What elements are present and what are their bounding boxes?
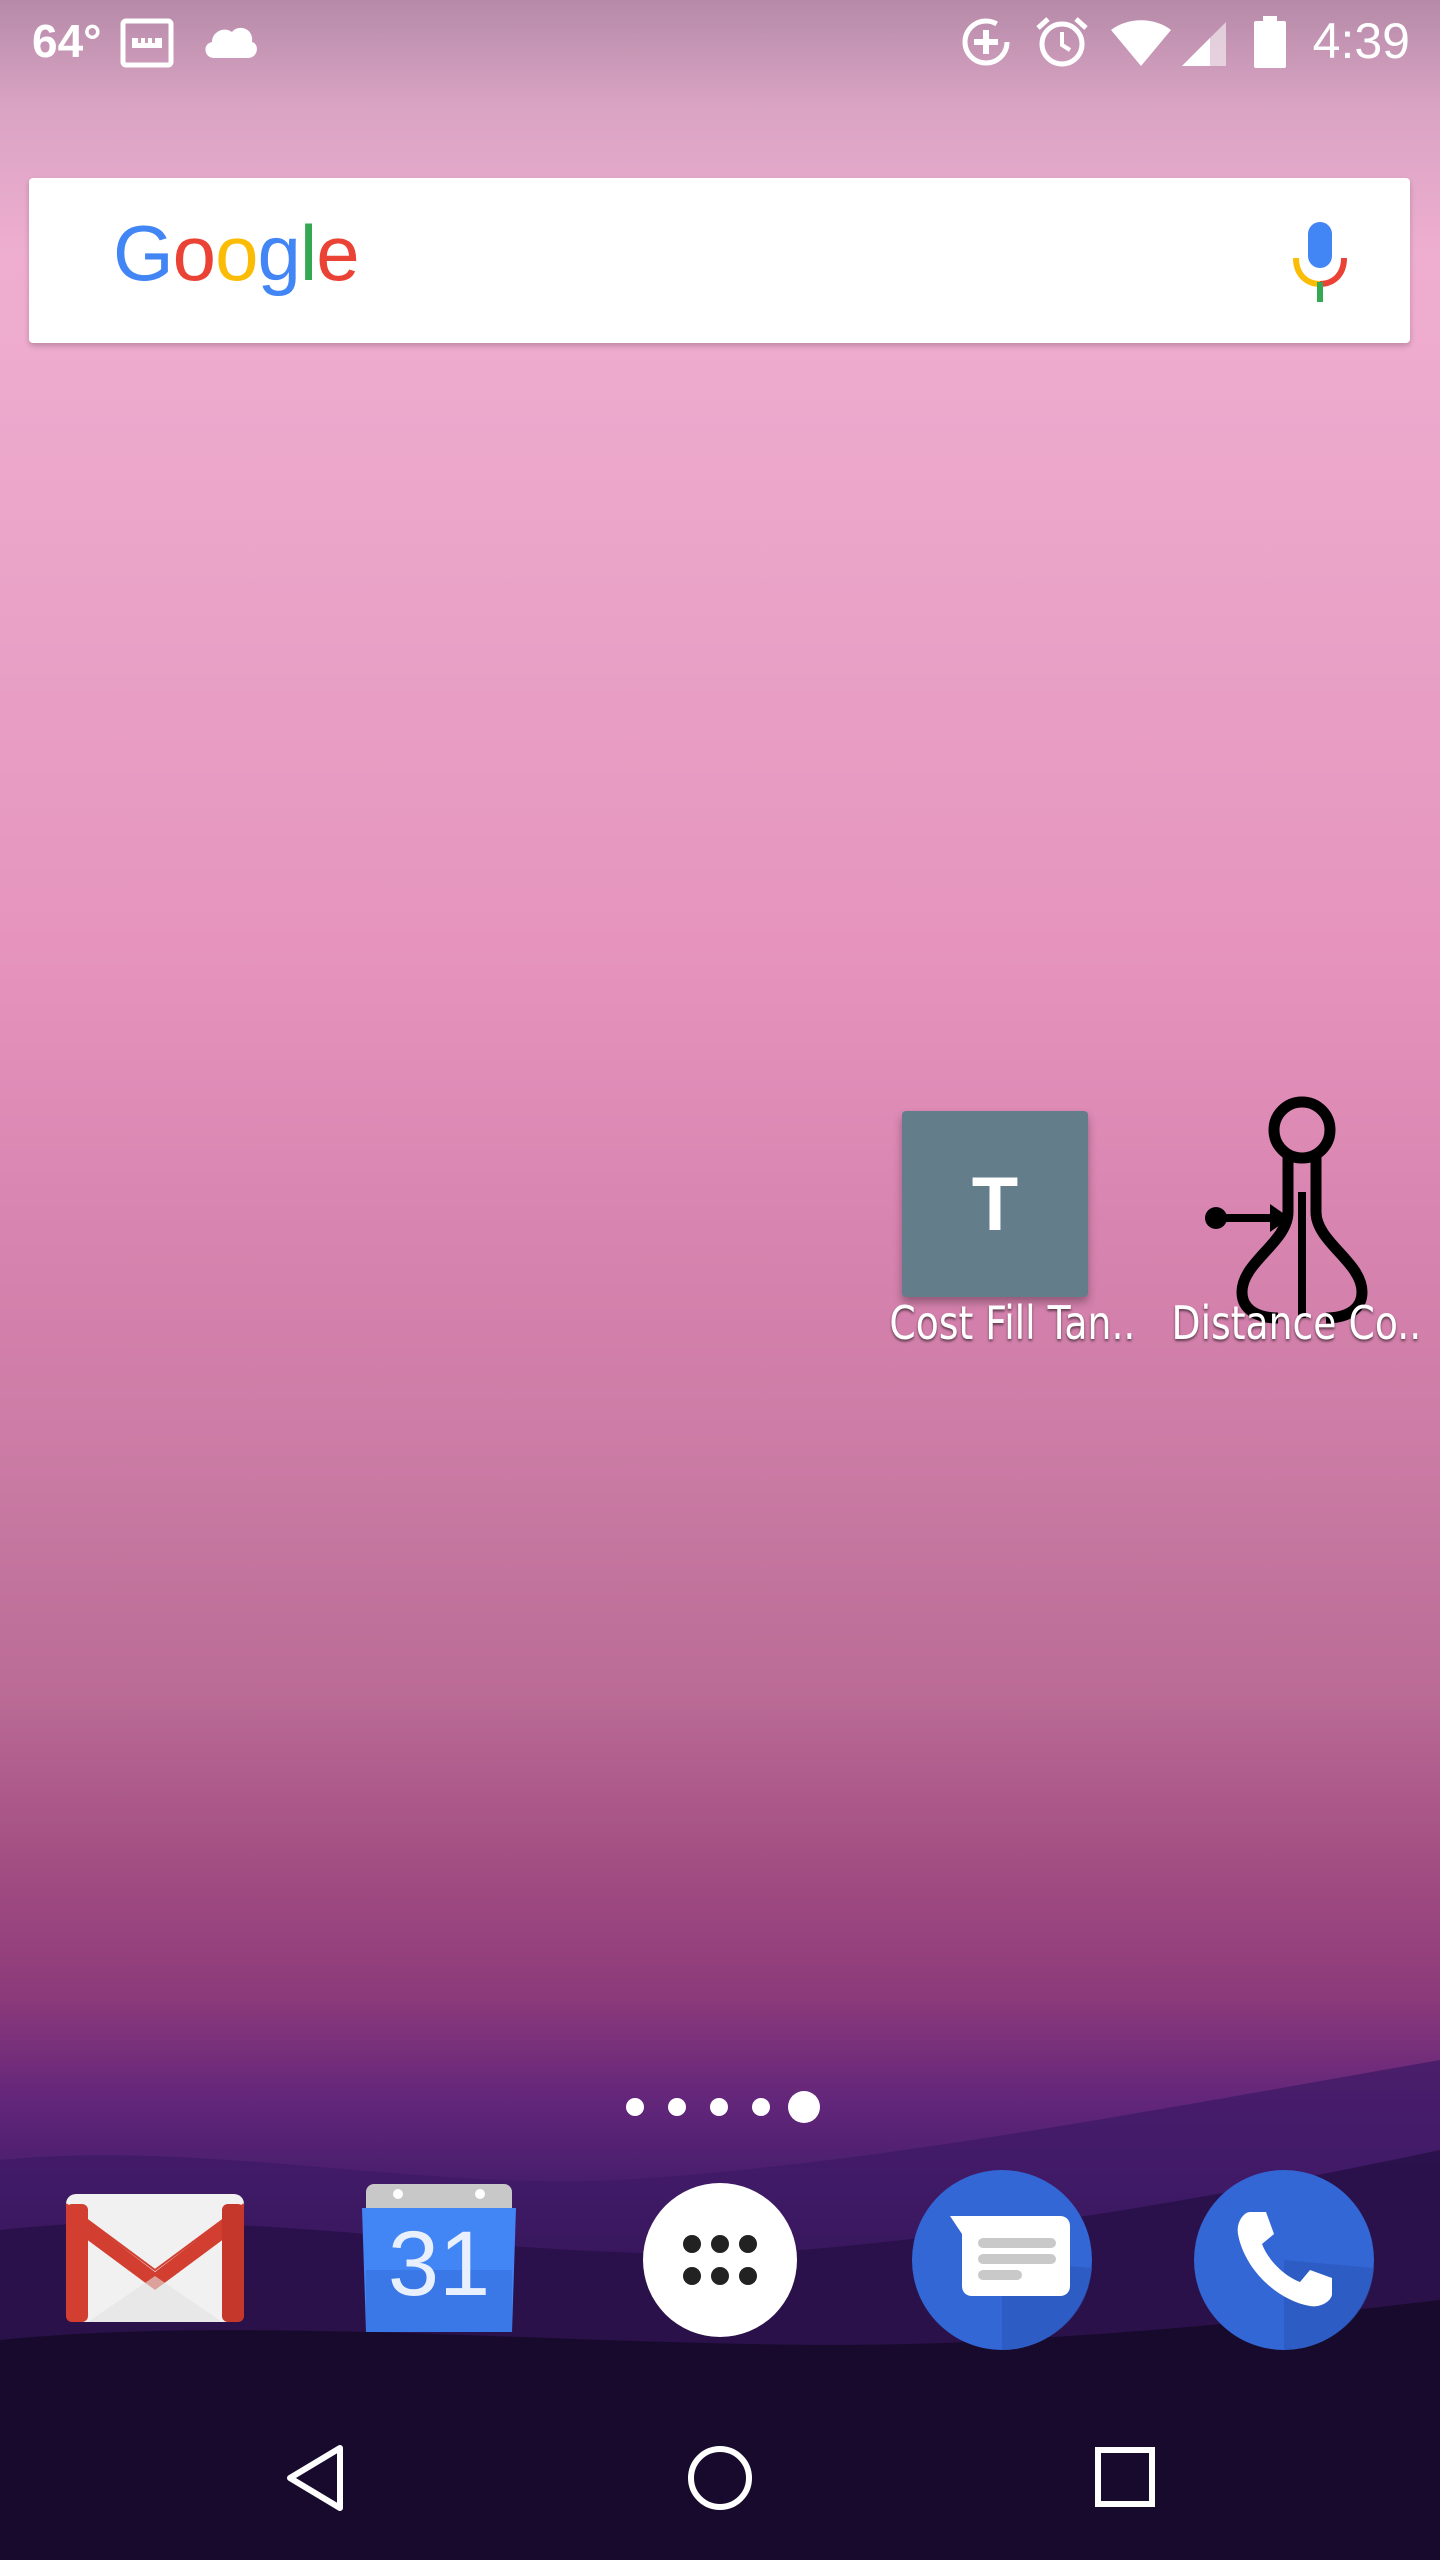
page-dot-active — [788, 2091, 820, 2123]
shortcut-cost-fill-tank[interactable]: T Cost Fill Tan.. — [866, 1064, 1136, 1354]
google-logo-letter: G — [113, 209, 174, 297]
google-logo-letter: e — [316, 209, 359, 297]
clock: 4:39 — [1312, 13, 1410, 69]
shortcut-label: Distance Co.. — [1171, 1296, 1422, 1350]
messages-icon[interactable] — [910, 2168, 1094, 2352]
data-saver-icon — [962, 18, 1010, 66]
cost-fill-tank-tile: T — [902, 1111, 1088, 1297]
phone-icon[interactable] — [1192, 2168, 1376, 2352]
google-logo: Google — [113, 214, 360, 292]
page-dot — [710, 2098, 728, 2116]
page-indicator — [620, 2088, 820, 2124]
ruler-notification-icon — [120, 18, 174, 68]
calendar-icon[interactable]: 31 — [358, 2178, 520, 2338]
app-drawer-icon[interactable] — [642, 2182, 798, 2338]
temperature-readout: 64° — [32, 15, 102, 67]
home-screen: 64° 4:39 Google T Cost Fill Tan.. Distan… — [0, 0, 1440, 2560]
cellular-signal-icon — [1182, 22, 1226, 66]
back-icon[interactable] — [282, 2442, 348, 2514]
page-dot — [626, 2098, 644, 2116]
google-logo-letter: o — [172, 209, 216, 297]
google-logo-letter: o — [215, 209, 258, 297]
wifi-icon — [1111, 20, 1171, 66]
battery-icon — [1254, 16, 1286, 68]
home-icon[interactable] — [686, 2444, 754, 2512]
google-logo-letter: l — [299, 209, 317, 297]
alarm-icon — [1036, 17, 1088, 67]
google-logo-letter: g — [257, 209, 300, 297]
cloud-icon — [205, 27, 257, 58]
recents-icon[interactable] — [1094, 2446, 1156, 2508]
status-bar: 64° 4:39 — [0, 0, 1440, 84]
tile-letter: T — [971, 1161, 1019, 1247]
google-search-bar[interactable]: Google — [29, 178, 1410, 343]
page-dot — [668, 2098, 686, 2116]
gmail-icon[interactable] — [62, 2190, 248, 2326]
shortcut-label: Cost Fill Tan.. — [889, 1296, 1136, 1350]
shortcut-distance-co[interactable]: Distance Co.. — [1146, 1064, 1430, 1354]
page-dot — [752, 2098, 770, 2116]
caliper-icon — [1205, 1096, 1368, 1324]
mic-icon[interactable] — [1290, 220, 1350, 304]
calendar-day: 31 — [387, 2213, 491, 2315]
